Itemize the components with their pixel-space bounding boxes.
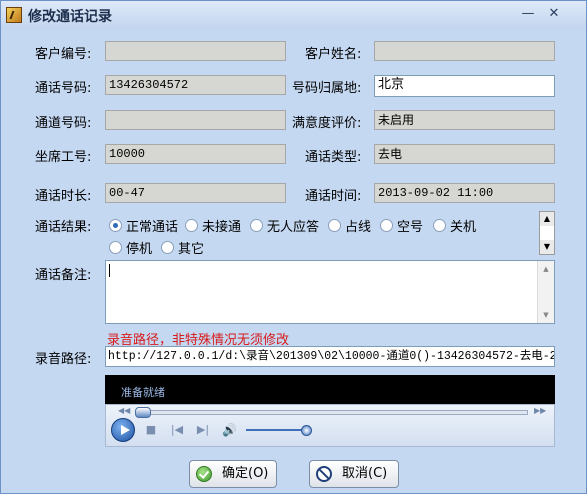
number-location-field[interactable]: 北京 <box>374 75 555 97</box>
next-icon[interactable]: ▶| <box>196 423 210 437</box>
call-type-field[interactable]: 去电 <box>374 144 555 164</box>
seek-back-icon[interactable]: ◀◀ <box>118 406 130 415</box>
call-result-label: 通话结果: <box>35 220 92 235</box>
radio-label: 其它 <box>178 242 205 257</box>
scroll-down-icon[interactable]: ▼ <box>540 240 554 254</box>
remark-scrollbar[interactable]: ▲ ▼ <box>537 261 554 323</box>
radio-dot-icon <box>433 219 446 232</box>
channel-number-field[interactable] <box>105 110 286 130</box>
agent-id-field[interactable]: 10000 <box>105 144 286 164</box>
radio-label: 正常通话 <box>126 220 179 235</box>
customer-name-label: 客户姓名: <box>305 47 362 62</box>
agent-id-label: 坐席工号: <box>35 150 92 165</box>
scroll-down-icon[interactable]: ▼ <box>538 307 554 323</box>
radio-dot-icon <box>185 219 198 232</box>
seek-bar[interactable] <box>135 407 528 418</box>
edit-call-record-dialog: 修改通话记录 — ✕ 客户编号: 客户姓名: 通话号码: 13426304572… <box>0 0 587 494</box>
call-time-label: 通话时间: <box>305 189 362 204</box>
ok-button[interactable]: 确定(O) <box>189 460 277 488</box>
customer-name-field[interactable] <box>374 41 555 61</box>
radio-dot-icon <box>161 241 174 254</box>
result-radio-empty-number[interactable]: 空号 <box>380 216 424 235</box>
window-title: 修改通话记录 <box>28 9 112 25</box>
radio-label: 占线 <box>345 220 372 235</box>
stop-icon[interactable]: ■ <box>144 423 158 437</box>
cancel-button-label: 取消(C) <box>342 466 388 481</box>
remark-label: 通话备注: <box>35 268 92 283</box>
radio-dot-icon <box>109 241 122 254</box>
recording-path-label: 录音路径: <box>35 352 92 367</box>
previous-icon[interactable]: |◀ <box>170 423 184 437</box>
channel-number-label: 通道号码: <box>35 116 92 131</box>
radio-label: 未接通 <box>202 220 242 235</box>
duration-label: 通话时长: <box>35 189 92 204</box>
volume-icon[interactable]: 🔊 <box>222 423 237 437</box>
radio-label: 无人应答 <box>267 220 320 235</box>
radio-label: 空号 <box>397 220 424 235</box>
seek-knob[interactable] <box>135 407 151 418</box>
duration-field[interactable]: 00-47 <box>105 183 286 203</box>
radio-label: 停机 <box>126 242 153 257</box>
call-number-label: 通话号码: <box>35 81 92 96</box>
satisfaction-field[interactable]: 未启用 <box>374 110 555 130</box>
text-caret <box>109 264 110 277</box>
call-type-label: 通话类型: <box>305 150 362 165</box>
result-radio-no-answer[interactable]: 无人应答 <box>250 216 320 235</box>
radio-dot-icon <box>380 219 393 232</box>
cancel-button[interactable]: 取消(C) <box>309 460 399 488</box>
scroll-track[interactable] <box>540 226 554 241</box>
radio-dot-icon <box>109 219 122 232</box>
call-time-field[interactable]: 2013-09-02 11:00 <box>374 183 555 203</box>
result-radio-powered-off[interactable]: 关机 <box>433 216 477 235</box>
radio-dot-icon <box>328 219 341 232</box>
result-radio-busy[interactable]: 占线 <box>328 216 372 235</box>
player-controls: ◀◀ ▶▶ ■ |◀ ▶| 🔊 <box>105 404 555 447</box>
remark-textarea[interactable]: ▲ ▼ <box>105 260 555 324</box>
result-radio-not-connected[interactable]: 未接通 <box>185 216 242 235</box>
check-icon <box>196 466 212 482</box>
radio-dot-icon <box>250 219 263 232</box>
title-bar[interactable]: 修改通话记录 — ✕ <box>1 1 586 29</box>
scroll-up-icon[interactable]: ▲ <box>540 212 554 227</box>
player-status-text: 准备就绪 <box>121 386 165 399</box>
app-icon <box>6 7 22 23</box>
result-radio-suspended[interactable]: 停机 <box>109 238 153 257</box>
result-scrollbar[interactable]: ▲ ▼ <box>539 211 555 255</box>
call-number-field[interactable]: 13426304572 <box>105 75 286 95</box>
play-button[interactable] <box>111 418 135 442</box>
cancel-icon <box>316 466 332 482</box>
player-display: 准备就绪 <box>105 375 555 404</box>
media-player: 准备就绪 ◀◀ ▶▶ ■ |◀ ▶| 🔊 <box>105 375 555 447</box>
number-location-label: 号码归属地: <box>292 81 362 96</box>
volume-knob[interactable] <box>301 425 312 436</box>
recording-path-field[interactable]: http://127.0.0.1/d:\录音\201309\02\10000-通… <box>105 346 555 367</box>
volume-slider[interactable] <box>246 425 312 436</box>
seek-forward-icon[interactable]: ▶▶ <box>534 406 546 415</box>
radio-label: 关机 <box>450 220 477 235</box>
scroll-up-icon[interactable]: ▲ <box>538 261 554 277</box>
result-radio-normal[interactable]: 正常通话 <box>109 216 179 235</box>
result-radio-other[interactable]: 其它 <box>161 238 205 257</box>
ok-button-label: 确定(O) <box>222 466 269 481</box>
customer-id-field[interactable] <box>105 41 286 61</box>
satisfaction-label: 满意度评价: <box>292 116 362 131</box>
minimize-button[interactable]: — <box>517 6 539 22</box>
close-button[interactable]: ✕ <box>543 6 565 22</box>
customer-id-label: 客户编号: <box>35 47 92 62</box>
